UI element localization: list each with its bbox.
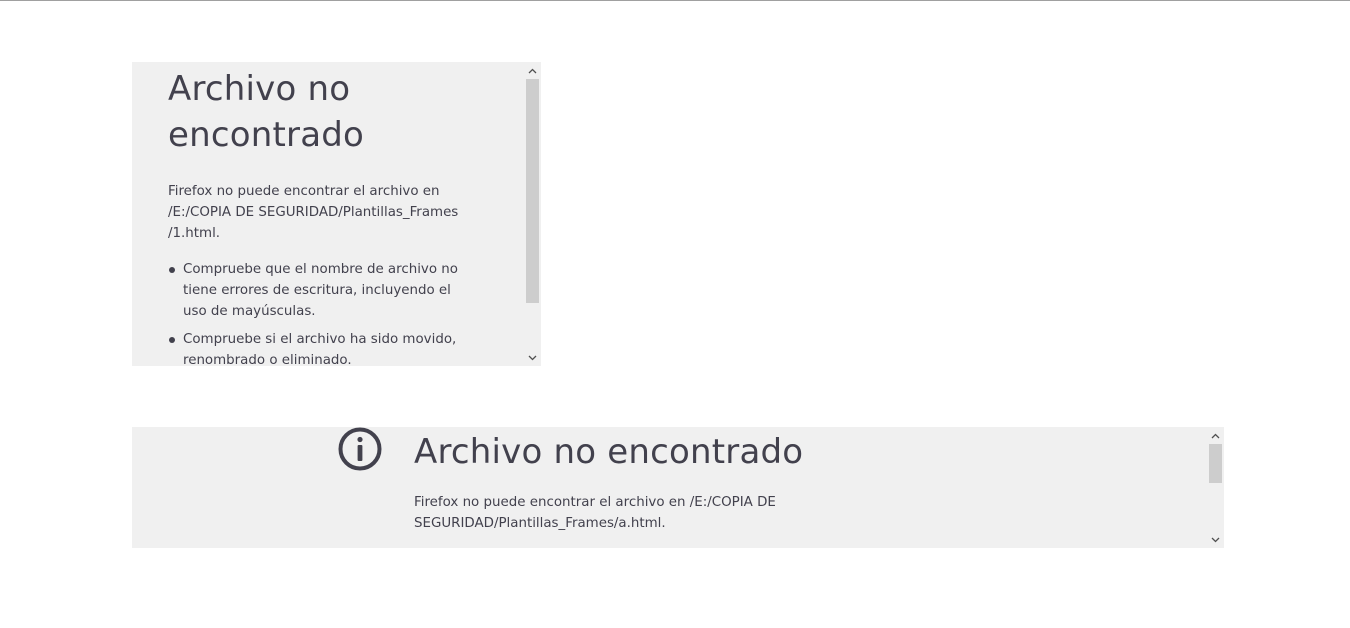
scroll-thumb[interactable] bbox=[1209, 444, 1222, 483]
bullet-icon bbox=[169, 267, 175, 273]
scroll-down-arrow-icon[interactable] bbox=[524, 349, 541, 366]
vertical-scrollbar[interactable] bbox=[524, 62, 541, 366]
error-description: Firefox no puede encontrar el archivo en… bbox=[168, 184, 459, 241]
list-item: Compruebe que el nombre de archivo no ti… bbox=[168, 259, 478, 322]
scroll-up-arrow-icon[interactable] bbox=[524, 62, 541, 79]
iframe-error-page-1[interactable]: Archivo no encontrado Firefox no puede e… bbox=[132, 62, 541, 366]
error-description: Firefox no puede encontrar el archivo en… bbox=[414, 495, 776, 531]
info-icon bbox=[338, 427, 382, 471]
suggestion-text: Compruebe que el nombre de archivo no ti… bbox=[183, 262, 458, 319]
scroll-thumb[interactable] bbox=[526, 79, 539, 303]
bullet-icon bbox=[169, 337, 175, 343]
top-border bbox=[0, 0, 1350, 1]
vertical-scrollbar[interactable] bbox=[1207, 427, 1224, 548]
scroll-down-arrow-icon[interactable] bbox=[1207, 531, 1224, 548]
suggestion-text: Compruebe si el archivo ha sido movido, … bbox=[183, 332, 457, 366]
scroll-up-arrow-icon[interactable] bbox=[1207, 427, 1224, 444]
list-item: Compruebe si el archivo ha sido movido, … bbox=[168, 329, 478, 366]
error-content: Archivo no encontrado Firefox no puede e… bbox=[338, 427, 1134, 534]
error-title: Archivo no encontrado bbox=[168, 69, 365, 155]
suggestion-list: Compruebe que el nombre de archivo no ti… bbox=[168, 259, 488, 366]
error-content: Archivo no encontrado Firefox no puede e… bbox=[168, 62, 488, 366]
iframe-error-page-2[interactable]: Archivo no encontrado Firefox no puede e… bbox=[132, 427, 1224, 548]
error-title: Archivo no encontrado bbox=[414, 432, 804, 472]
